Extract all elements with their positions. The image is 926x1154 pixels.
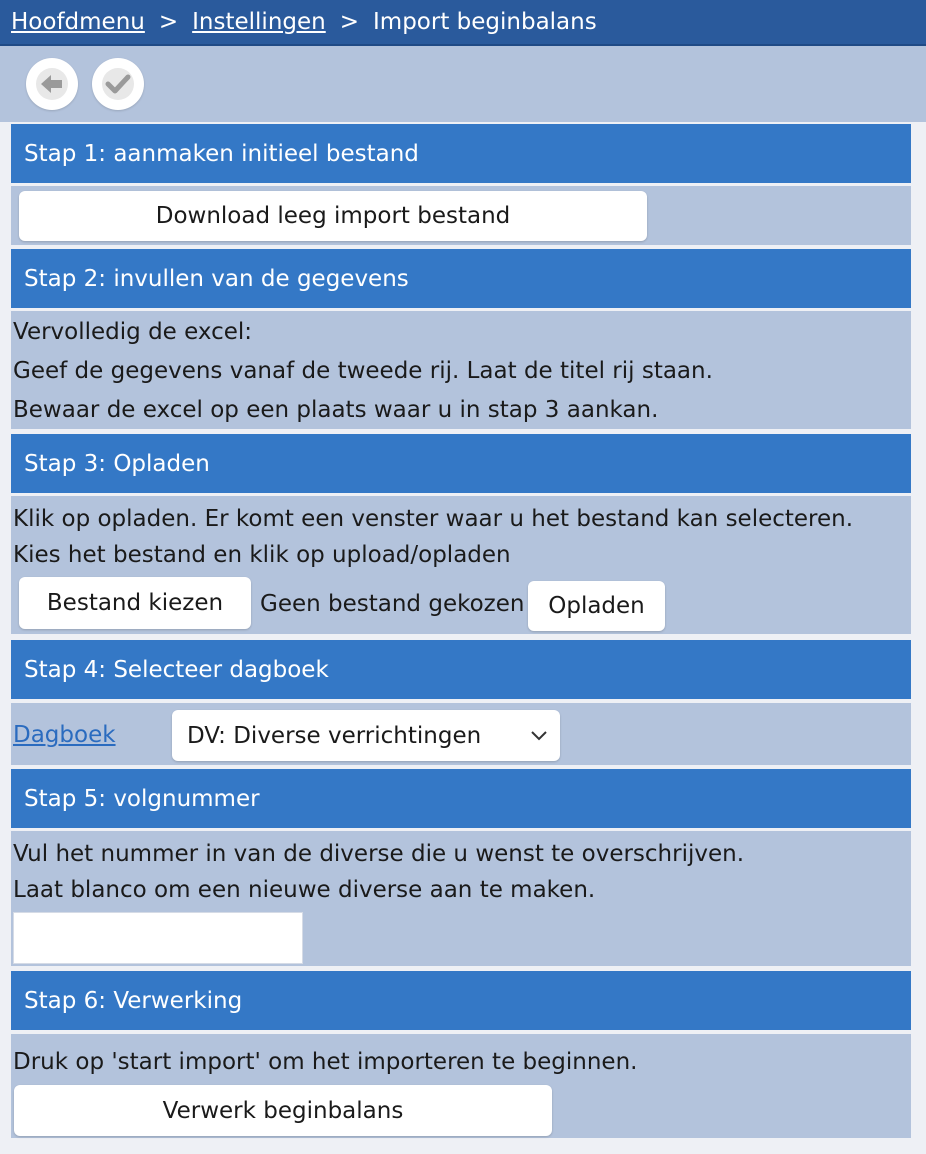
breadcrumb-current: Import beginbalans: [373, 9, 597, 35]
breadcrumb-settings-link[interactable]: Instellingen: [192, 9, 326, 35]
breadcrumb-separator: >: [339, 9, 360, 35]
step3-body: Klik op opladen. Er komt een venster waa…: [11, 496, 911, 634]
journal-link[interactable]: Dagboek: [13, 722, 116, 748]
step1-header: Stap 1: aanmaken initieel bestand: [11, 124, 911, 183]
step1-body: Download leeg import bestand: [11, 186, 911, 245]
breadcrumb-home-link[interactable]: Hoofdmenu: [11, 9, 145, 35]
step2-text-line: Vervolledig de excel:: [13, 319, 253, 345]
step5-header: Stap 5: volgnummer: [11, 769, 911, 828]
breadcrumb-separator: >: [158, 9, 179, 35]
upload-button[interactable]: Opladen: [528, 581, 665, 631]
step6-text-line: Druk op 'start import' om het importeren…: [13, 1049, 638, 1075]
download-template-button[interactable]: Download leeg import bestand: [19, 191, 647, 241]
step4-body: Dagboek DV: Diverse verrichtingen: [11, 703, 911, 765]
chevron-down-icon: [531, 731, 547, 741]
journal-select[interactable]: DV: Diverse verrichtingen: [172, 710, 560, 761]
step3-text-line: Kies het bestand en klik op upload/oplad…: [13, 542, 511, 568]
step6-header: Stap 6: Verwerking: [11, 971, 911, 1030]
confirm-button[interactable]: [92, 58, 144, 110]
arrow-left-icon: [36, 68, 68, 100]
breadcrumb: Hoofdmenu > Instellingen > Import beginb…: [0, 0, 926, 46]
step5-text-line: Vul het nummer in van de diverse die u w…: [13, 841, 745, 867]
step5-text-line: Laat blanco om een nieuwe diverse aan te…: [13, 877, 596, 903]
step5-body: Vul het nummer in van de diverse die u w…: [11, 831, 911, 966]
step2-text-line: Bewaar de excel op een plaats waar u in …: [13, 397, 659, 423]
journal-select-value: DV: Diverse verrichtingen: [187, 722, 482, 749]
step2-text-line: Geef de gegevens vanaf de tweede rij. La…: [13, 358, 713, 384]
step3-header: Stap 3: Opladen: [11, 434, 911, 493]
process-opening-balance-button[interactable]: Verwerk beginbalans: [14, 1085, 552, 1136]
back-button[interactable]: [26, 58, 78, 110]
sequence-number-input[interactable]: [13, 912, 303, 964]
choose-file-button[interactable]: Bestand kiezen: [19, 577, 251, 629]
checkmark-icon: [102, 68, 134, 100]
step4-header: Stap 4: Selecteer dagboek: [11, 640, 911, 699]
file-status-text: Geen bestand gekozen: [260, 591, 525, 617]
toolbar: [0, 46, 926, 122]
step3-text-line: Klik op opladen. Er komt een venster waa…: [13, 506, 854, 532]
step2-body: Vervolledig de excel: Geef de gegevens v…: [11, 311, 911, 429]
step2-header: Stap 2: invullen van de gegevens: [11, 249, 911, 308]
step6-body: Druk op 'start import' om het importeren…: [11, 1034, 911, 1138]
